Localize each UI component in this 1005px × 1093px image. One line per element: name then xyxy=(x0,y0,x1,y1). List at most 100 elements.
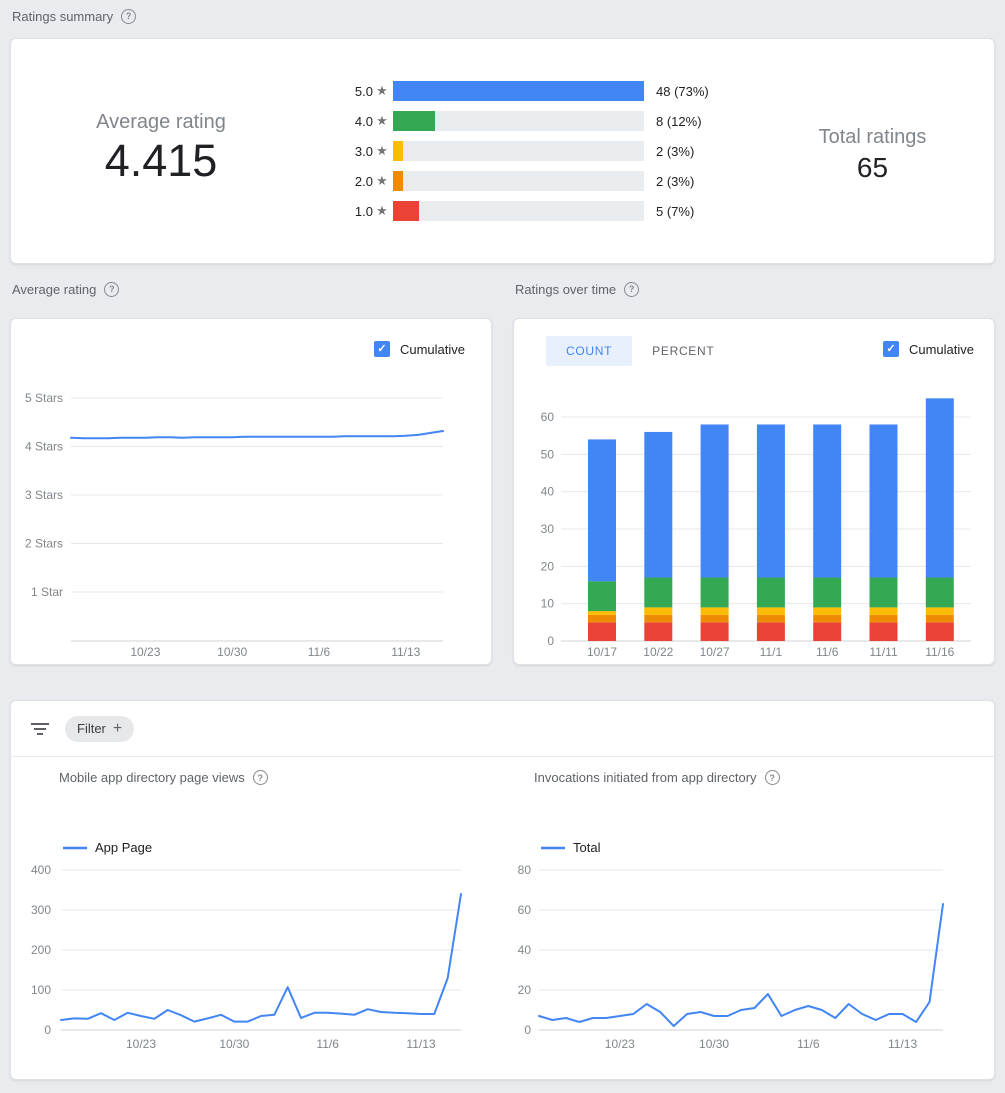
ratings-over-time-tabs: COUNT PERCENT xyxy=(546,336,734,366)
rating-distribution-row: 4.0★8 (12%) xyxy=(331,111,751,131)
svg-text:11/11: 11/11 xyxy=(869,645,898,659)
svg-text:11/13: 11/13 xyxy=(888,1037,917,1051)
svg-text:10/17: 10/17 xyxy=(587,645,617,659)
filter-icon[interactable] xyxy=(31,722,49,736)
filter-chip[interactable]: Filter + xyxy=(65,716,134,742)
average-rating-chart-title: Average rating xyxy=(12,282,96,297)
svg-text:11/6: 11/6 xyxy=(316,1037,339,1051)
rating-stars-label: 2.0 xyxy=(331,174,373,189)
svg-text:10/27: 10/27 xyxy=(700,645,730,659)
svg-text:11/1: 11/1 xyxy=(760,645,783,659)
directory-metrics-card: Filter + Mobile app directory page views… xyxy=(10,700,995,1080)
rating-bar-track xyxy=(393,111,644,131)
svg-text:10/23: 10/23 xyxy=(605,1037,635,1051)
svg-text:300: 300 xyxy=(31,903,51,917)
star-icon: ★ xyxy=(373,173,391,189)
ratings-over-time-column: Ratings over time 010203040506010/1710/2… xyxy=(513,264,995,665)
rating-stars-label: 4.0 xyxy=(331,114,373,129)
checkbox-checked-icon[interactable] xyxy=(374,341,390,357)
svg-text:10/23: 10/23 xyxy=(130,645,160,659)
ratings-summary-card: Average rating 4.415 5.0★48 (73%)4.0★8 (… xyxy=(10,38,995,264)
filter-row: Filter + xyxy=(11,701,994,757)
svg-text:2 Stars: 2 Stars xyxy=(25,537,63,551)
svg-text:30: 30 xyxy=(541,522,555,536)
rating-count-value: 2 (3%) xyxy=(656,174,694,189)
plus-icon: + xyxy=(113,721,122,737)
average-rating-chart: 5 Stars4 Stars3 Stars2 Stars1 Star10/231… xyxy=(11,319,491,664)
rating-stars-label: 3.0 xyxy=(331,144,373,159)
average-rating-chart-card: 5 Stars4 Stars3 Stars2 Stars1 Star10/231… xyxy=(10,318,492,665)
charts-row: Average rating 5 Stars 4 Stars 3 Stars 2 St… xyxy=(10,264,995,665)
total-ratings-value: 65 xyxy=(751,150,994,186)
svg-text:40: 40 xyxy=(541,485,555,499)
rating-bar-fill xyxy=(393,141,403,161)
bottom-charts-area: Mobile app directory page views Invocati… xyxy=(11,757,994,1079)
rating-bar-fill xyxy=(393,201,419,221)
checkbox-checked-icon[interactable] xyxy=(883,341,899,357)
svg-text:80: 80 xyxy=(518,863,532,877)
tab-count[interactable]: COUNT xyxy=(546,336,632,366)
svg-text:200: 200 xyxy=(31,943,51,957)
svg-text:11/16: 11/16 xyxy=(925,645,954,659)
average-rating-label: Average rating xyxy=(11,109,311,135)
filter-chip-label: Filter xyxy=(77,721,106,736)
ratings-over-time-chart-title: Ratings over time xyxy=(515,282,616,297)
page-title: Ratings summary xyxy=(12,9,113,24)
help-icon[interactable] xyxy=(121,9,136,24)
svg-text:App Page: App Page xyxy=(95,840,152,855)
cumulative-toggle[interactable]: Cumulative xyxy=(883,341,974,357)
star-icon: ★ xyxy=(373,203,391,219)
svg-text:5 Stars: 5 Stars xyxy=(25,391,63,405)
cumulative-label: Cumulative xyxy=(909,342,974,357)
help-icon[interactable] xyxy=(624,282,639,297)
svg-text:20: 20 xyxy=(518,983,532,997)
rating-stars-label: 5.0 xyxy=(331,84,373,99)
svg-text:400: 400 xyxy=(31,863,51,877)
total-ratings-block: Total ratings 65 xyxy=(751,39,994,263)
average-rating-block: Average rating 4.415 xyxy=(11,39,311,263)
svg-text:50: 50 xyxy=(541,447,555,461)
svg-text:11/6: 11/6 xyxy=(797,1037,820,1051)
help-icon[interactable] xyxy=(104,282,119,297)
svg-text:20: 20 xyxy=(541,559,555,573)
svg-text:3 Stars: 3 Stars xyxy=(25,488,63,502)
total-ratings-label: Total ratings xyxy=(751,124,994,150)
page-views-chart: 0100200300400App Page10/2310/3011/611/13 xyxy=(11,757,503,1057)
rating-bar-track xyxy=(393,201,644,221)
cumulative-toggle[interactable]: Cumulative xyxy=(374,341,465,357)
svg-text:10/22: 10/22 xyxy=(643,645,673,659)
svg-text:10/23: 10/23 xyxy=(126,1037,156,1051)
rating-distribution-row: 1.0★ 5 (7%) xyxy=(331,201,751,221)
rating-distribution: 5.0★48 (73%)4.0★8 (12%)3.0★2 (3%)2.0★2 (… xyxy=(331,39,751,263)
svg-text:60: 60 xyxy=(518,903,532,917)
star-icon: ★ xyxy=(373,143,391,159)
star-icon: ★ xyxy=(373,113,391,129)
cumulative-label: Cumulative xyxy=(400,342,465,357)
svg-text:4 Stars: 4 Stars xyxy=(25,440,63,454)
invocations-chart: 020406080Total10/2310/3011/611/13 xyxy=(506,757,996,1057)
rating-count-value: 48 (73%) xyxy=(656,84,709,99)
rating-bar-fill xyxy=(393,171,403,191)
svg-text:10/30: 10/30 xyxy=(699,1037,729,1051)
rating-count-value: 2 (3%) xyxy=(656,144,694,159)
rating-distribution-row: 5.0★48 (73%) xyxy=(331,81,751,101)
rating-distribution-row: 3.0★ 2 (3%) xyxy=(331,141,751,161)
rating-count-value: 5 (7%) xyxy=(656,204,694,219)
svg-text:0: 0 xyxy=(524,1023,531,1037)
ratings-over-time-chart: 010203040506010/1710/2210/2711/111/611/1… xyxy=(514,319,994,664)
svg-text:1 Star: 1 Star xyxy=(31,585,63,599)
svg-text:100: 100 xyxy=(31,983,51,997)
tab-percent[interactable]: PERCENT xyxy=(632,336,734,366)
ratings-over-time-chart-card: 010203040506010/1710/2210/2711/111/611/1… xyxy=(513,318,995,665)
svg-text:10/30: 10/30 xyxy=(219,1037,249,1051)
average-rating-section-header: Average rating xyxy=(12,281,490,297)
rating-bar-fill xyxy=(393,111,435,131)
svg-text:11/13: 11/13 xyxy=(406,1037,435,1051)
ratings-dashboard: Ratings summary Average rating 4.415 5.0… xyxy=(0,0,1005,1093)
rating-bar-track xyxy=(393,141,644,161)
rating-bar-track xyxy=(393,171,644,191)
ratings-over-time-section-header: Ratings over time xyxy=(515,281,993,297)
svg-text:11/6: 11/6 xyxy=(816,645,839,659)
rating-stars-label: 1.0 xyxy=(331,204,373,219)
page-title-row: Ratings summary xyxy=(12,8,995,24)
